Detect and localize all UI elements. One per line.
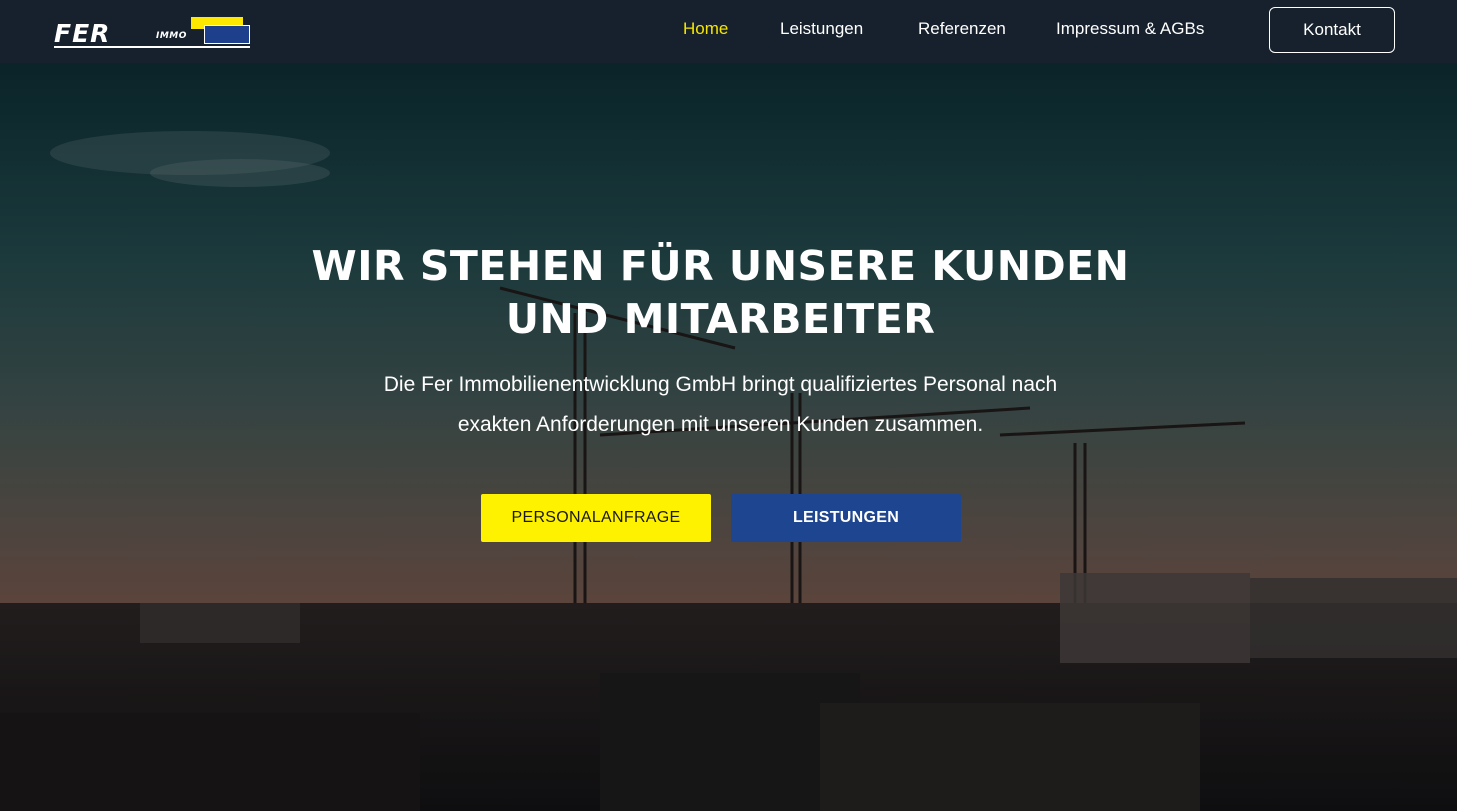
- nav-home[interactable]: Home: [683, 18, 728, 40]
- logo-subtext: IMMO: [156, 31, 187, 41]
- nav-impressum-agbs[interactable]: Impressum & AGBs: [1056, 18, 1204, 40]
- site-header: FER IMMO Home Leistungen Referenzen Impr…: [0, 0, 1457, 63]
- hero-title-line-2: UND MITARBEITER: [505, 295, 936, 343]
- hero-title-line-1: WIR STEHEN FÜR UNSERE KUNDEN: [311, 242, 1130, 290]
- nav-referenzen[interactable]: Referenzen: [918, 18, 1006, 40]
- hero-subtitle-line-1: Die Fer Immobilienentwicklung GmbH bring…: [383, 373, 1058, 396]
- hero-title: WIR STEHEN FÜR UNSERE KUNDEN UND MITARBE…: [300, 240, 1141, 346]
- leistungen-button[interactable]: LEISTUNGEN: [731, 494, 961, 542]
- logo-underline: [54, 46, 250, 48]
- logo-wordmark: FER: [54, 19, 111, 48]
- contact-button[interactable]: Kontakt: [1269, 7, 1395, 53]
- hero-subtitle-line-2: exakten Anforderungen mit unseren Kunden…: [457, 413, 984, 436]
- fer-immo-logo[interactable]: FER IMMO: [52, 14, 254, 54]
- personalanfrage-button[interactable]: PERSONALANFRAGE: [481, 494, 711, 542]
- logo-blue-block: [204, 25, 250, 44]
- nav-leistungen[interactable]: Leistungen: [780, 18, 863, 40]
- hero-section: WIR STEHEN FÜR UNSERE KUNDEN UND MITARBE…: [0, 63, 1457, 811]
- hero-subtitle: Die Fer Immobilienentwicklung GmbH bring…: [330, 365, 1111, 445]
